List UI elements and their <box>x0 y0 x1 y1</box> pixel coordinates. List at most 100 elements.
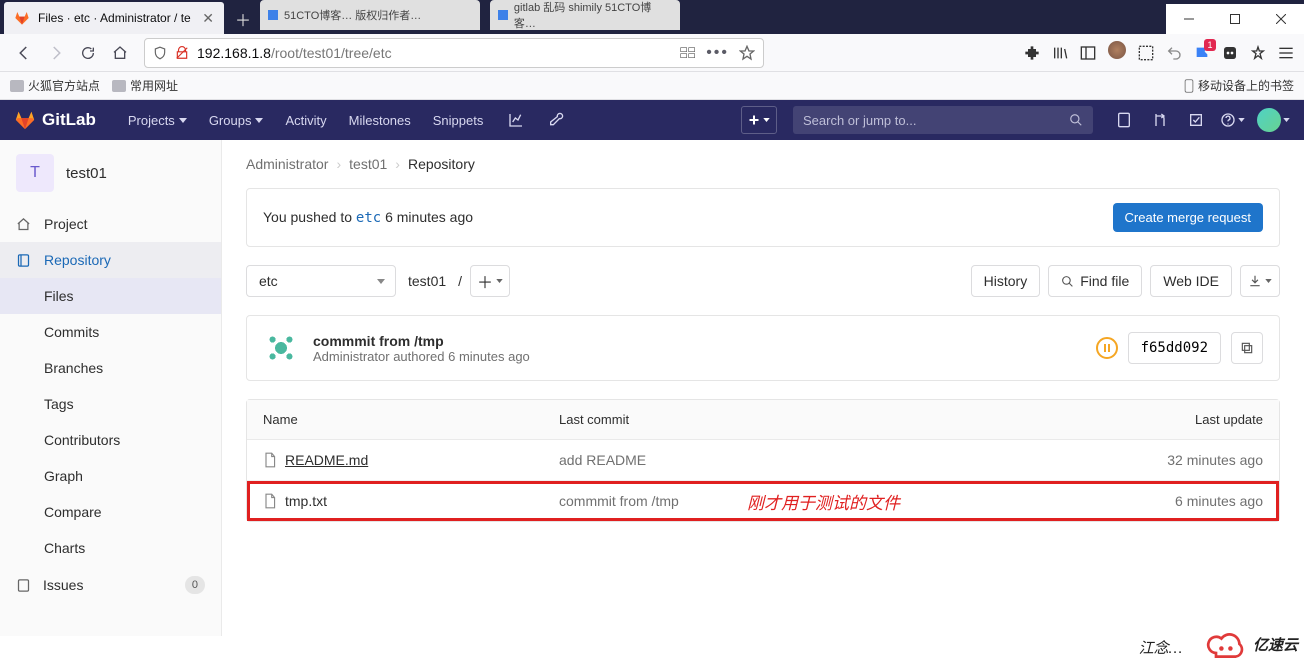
file-link[interactable]: README.md <box>285 452 368 468</box>
checkbox-icon[interactable] <box>1138 45 1154 61</box>
mobile-bookmarks[interactable]: 移动设备上的书签 <box>1184 77 1294 94</box>
brand-text: GitLab <box>42 110 96 130</box>
search-input[interactable] <box>803 113 1069 128</box>
file-table: Name Last commit Last update README.md a… <box>246 399 1280 522</box>
sidebar-item-project[interactable]: Project <box>0 206 221 242</box>
sidebar-sub-compare[interactable]: Compare <box>0 494 221 530</box>
bookmark-common[interactable]: 常用网址 <box>112 77 178 94</box>
nav-projects[interactable]: Projects <box>118 100 197 140</box>
watermark: 亿速云 <box>1203 626 1298 662</box>
table-header: Name Last commit Last update <box>247 400 1279 440</box>
commit-title[interactable]: commmit from /tmp <box>313 333 530 349</box>
watermark-brand: 亿速云 <box>1253 634 1298 655</box>
commit-sha[interactable]: f65dd092 <box>1128 332 1221 364</box>
sidebar-sub-tags[interactable]: Tags <box>0 386 221 422</box>
shield-icon[interactable] <box>153 45 167 61</box>
copy-sha-button[interactable] <box>1231 332 1263 364</box>
page-actions-icon[interactable]: ••• <box>706 44 729 62</box>
tab-close-icon[interactable]: ✕ <box>202 10 214 27</box>
reload-button[interactable] <box>74 39 102 67</box>
user-avatar[interactable] <box>1257 108 1281 132</box>
home-button[interactable] <box>106 39 134 67</box>
push-branch[interactable]: etc <box>356 210 381 226</box>
main-content: Administrator › test01 › Repository You … <box>222 140 1304 636</box>
gitlab-nav: Projects Groups Activity Milestones Snip… <box>118 100 494 140</box>
window-close-button[interactable] <box>1258 4 1304 34</box>
help-icon[interactable] <box>1215 106 1249 134</box>
url-text: 192.168.1.8/root/test01/tree/etc <box>197 45 672 61</box>
sidebar-sub-contributors[interactable]: Contributors <box>0 422 221 458</box>
sidebar-icon[interactable] <box>1080 45 1096 61</box>
web-ide-button[interactable]: Web IDE <box>1150 265 1232 297</box>
nav-admin-icon[interactable] <box>539 100 573 140</box>
gitlab-logo[interactable]: GitLab <box>14 109 96 131</box>
issues-icon[interactable] <box>1107 106 1141 134</box>
commit-time: authored 6 minutes ago <box>390 349 530 364</box>
sidebar-sub-graph[interactable]: Graph <box>0 458 221 494</box>
commit-author[interactable]: Administrator <box>313 349 390 364</box>
breadcrumbs: Administrator › test01 › Repository <box>246 156 1280 172</box>
more-icon[interactable] <box>1250 45 1266 61</box>
table-row[interactable]: README.md add README 32 minutes ago <box>247 440 1279 481</box>
branch-select[interactable]: etc <box>246 265 396 297</box>
browser-tab-active[interactable]: Files · etc · Administrator / te ✕ <box>4 2 224 34</box>
header-search[interactable] <box>793 106 1093 134</box>
pipeline-status-icon[interactable] <box>1096 337 1118 359</box>
folder-icon <box>10 80 24 92</box>
row-commit[interactable]: add README <box>559 452 1063 468</box>
hamburger-menu-icon[interactable] <box>1278 46 1294 60</box>
window-minimize-button[interactable] <box>1166 4 1212 34</box>
sidebar-item-issues[interactable]: Issues 0 <box>0 566 221 604</box>
notification-bell-icon[interactable] <box>1194 45 1210 61</box>
sidebar-sub-branches[interactable]: Branches <box>0 350 221 386</box>
reader-icon[interactable] <box>680 47 696 59</box>
breadcrumb-owner[interactable]: Administrator <box>246 156 328 172</box>
find-file-button[interactable]: Find file <box>1048 265 1142 297</box>
table-row[interactable]: tmp.txt commmit from /tmp 刚才用于测试的文件 6 mi… <box>247 481 1279 521</box>
nav-activity[interactable]: Activity <box>275 100 336 140</box>
breadcrumb-project[interactable]: test01 <box>349 156 387 172</box>
sidebar-sub-charts[interactable]: Charts <box>0 530 221 566</box>
sidebar-sub-files[interactable]: Files <box>0 278 221 314</box>
download-dropdown[interactable] <box>1240 265 1280 297</box>
extensions-icon[interactable] <box>1024 45 1040 61</box>
nav-snippets[interactable]: Snippets <box>423 100 494 140</box>
issues-icon <box>16 578 31 593</box>
push-time: 6 minutes ago <box>381 209 473 225</box>
profile-avatar-icon[interactable] <box>1108 41 1126 64</box>
path-project[interactable]: test01 <box>408 273 446 289</box>
background-tab-1[interactable]: 51CTO博客… 版权归作者… <box>260 0 480 30</box>
gitlab-header: GitLab Projects Groups Activity Mileston… <box>0 100 1304 140</box>
sidebar-project-header[interactable]: T test01 <box>0 140 221 206</box>
nav-analytics-icon[interactable] <box>499 100 533 140</box>
todos-icon[interactable] <box>1179 106 1213 134</box>
back-button[interactable] <box>10 39 38 67</box>
nav-milestones[interactable]: Milestones <box>339 100 421 140</box>
file-link[interactable]: tmp.txt <box>285 493 327 509</box>
undo-icon[interactable] <box>1166 45 1182 61</box>
sidebar-sub-commits[interactable]: Commits <box>0 314 221 350</box>
project-avatar: T <box>16 154 54 192</box>
create-merge-request-button[interactable]: Create merge request <box>1113 203 1263 232</box>
extension-icons <box>1024 41 1294 64</box>
window-maximize-button[interactable] <box>1212 4 1258 34</box>
app-icon[interactable] <box>1222 45 1238 61</box>
path-slash: / <box>458 273 462 289</box>
push-prefix: You pushed to <box>263 209 356 225</box>
url-bar[interactable]: 192.168.1.8/root/test01/tree/etc ••• <box>144 38 764 68</box>
sidebar-item-repository[interactable]: Repository <box>0 242 221 278</box>
forward-button[interactable] <box>42 39 70 67</box>
background-tab-2[interactable]: gitlab 乱码 shimily 51CTO博客… <box>490 0 680 30</box>
merge-requests-icon[interactable] <box>1143 106 1177 134</box>
file-icon <box>263 452 277 468</box>
new-dropdown[interactable] <box>741 106 777 134</box>
row-update: 32 minutes ago <box>1063 452 1263 468</box>
insecure-icon[interactable] <box>175 45 189 61</box>
history-button[interactable]: History <box>971 265 1041 297</box>
bookmark-star-icon[interactable] <box>739 45 755 61</box>
library-icon[interactable] <box>1052 45 1068 61</box>
chevron-down-icon[interactable] <box>1283 118 1290 122</box>
add-file-dropdown[interactable]: ＋ <box>470 265 510 297</box>
nav-groups[interactable]: Groups <box>199 100 274 140</box>
bookmark-firefox[interactable]: 火狐官方站点 <box>10 77 100 94</box>
